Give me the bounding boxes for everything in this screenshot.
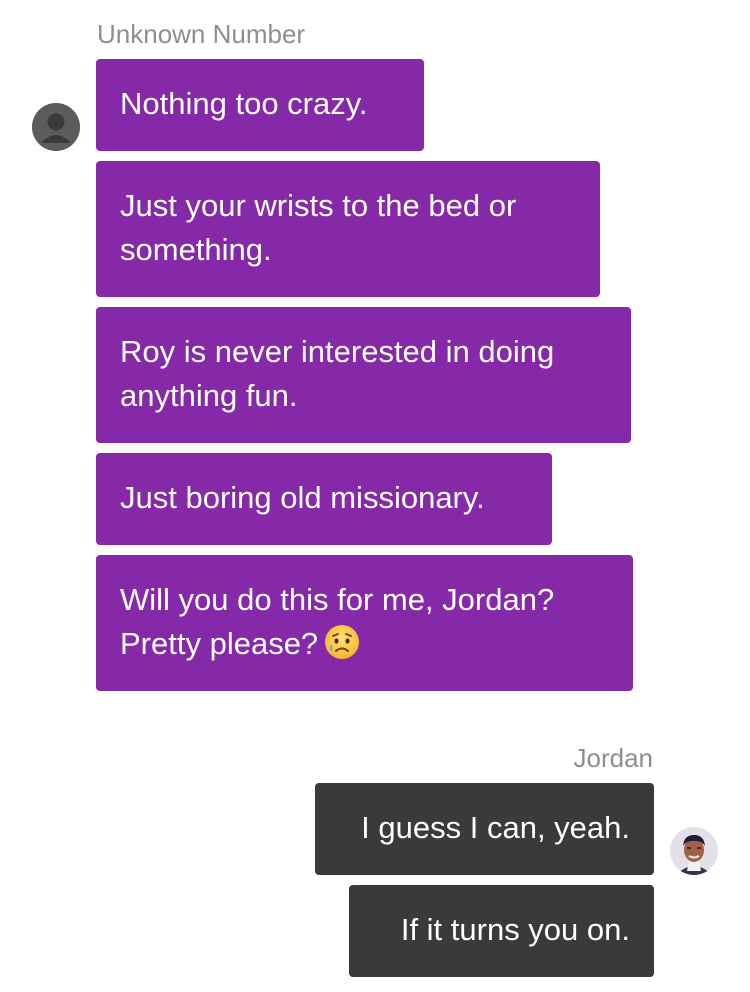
- unknown-contact-avatar[interactable]: [32, 103, 80, 151]
- message-text: Roy is never interested in doing: [120, 334, 555, 369]
- message-text: Will you do this for me, Jordan?: [120, 582, 555, 617]
- incoming-message-bubble[interactable]: Will you do this for me, Jordan? Pretty …: [96, 555, 633, 691]
- message-text: If it turns you on.: [400, 912, 630, 947]
- person-portrait-icon: [670, 827, 718, 875]
- message-text: I guess I can, yeah.: [361, 810, 630, 845]
- generic-person-icon: [32, 103, 80, 151]
- incoming-message-bubble[interactable]: Roy is never interested in doing anythin…: [96, 307, 631, 443]
- incoming-sender-name: Unknown Number: [97, 19, 306, 49]
- outgoing-message-bubble[interactable]: If it turns you on.: [349, 885, 654, 977]
- jordan-avatar[interactable]: [670, 827, 718, 875]
- message-text: something.: [120, 232, 272, 267]
- sad-but-relieved-face-icon: [324, 624, 360, 672]
- message-text: Nothing too crazy.: [120, 86, 368, 121]
- message-text: anything fun.: [120, 378, 298, 413]
- incoming-message-bubble[interactable]: Nothing too crazy.: [96, 59, 424, 151]
- message-text: Pretty please?: [120, 626, 319, 661]
- incoming-message-bubble[interactable]: Just boring old missionary.: [96, 453, 552, 545]
- outgoing-message-bubble[interactable]: I guess I can, yeah.: [315, 783, 654, 875]
- message-text: Just boring old missionary.: [120, 480, 485, 515]
- outgoing-sender-name: Jordan: [573, 743, 654, 773]
- incoming-message-bubble[interactable]: Just your wrists to the bed or something…: [96, 161, 600, 297]
- message-text: Just your wrists to the bed or: [120, 188, 517, 223]
